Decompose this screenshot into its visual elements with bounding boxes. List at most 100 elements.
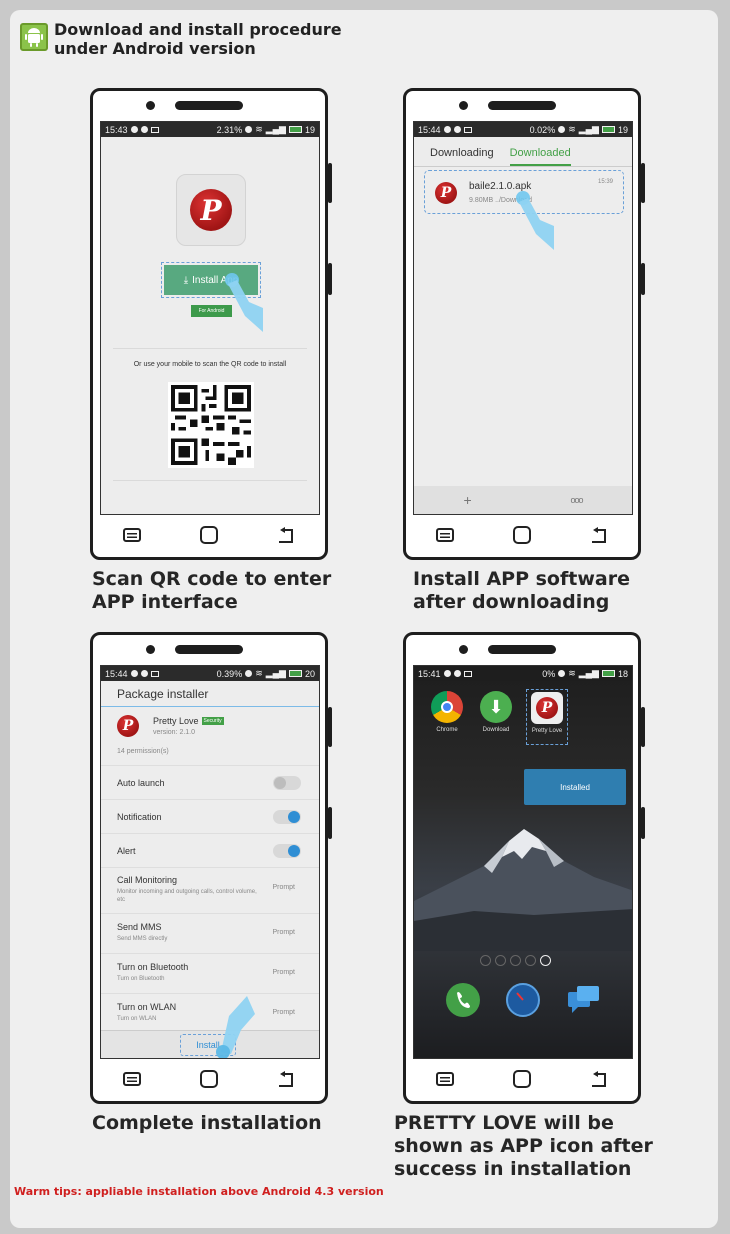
security-badge: Security: [201, 717, 224, 725]
phone-icon[interactable]: [446, 983, 480, 1017]
status-time: 15:41: [418, 668, 441, 679]
camera-dot: [146, 645, 155, 654]
check-icon: [130, 126, 138, 133]
status-bar: 15:41 0% ≋ ▂▄▆ 18: [414, 666, 632, 681]
perm-description: Turn on Bluetooth: [117, 976, 165, 982]
phone-step1: 15:43 2.31% ≋ ▂▄▆ 19 P ⤓ Install App For An…: [90, 88, 332, 560]
perm-row-auto-launch[interactable]: Auto launch: [101, 765, 319, 799]
page-title: Download and install procedure under And…: [54, 20, 342, 58]
notification-toggle[interactable]: [273, 809, 301, 824]
download-icon: [453, 670, 461, 677]
app-pretty-love[interactable]: P Pretty Love: [526, 689, 568, 745]
status-bar: 15:44 0.39% ≋ ▂▄▆ 20: [101, 666, 319, 681]
phone-step3: 15:44 0.39% ≋ ▂▄▆ 20 Package installer P Pr…: [90, 632, 332, 1104]
perm-row-alert[interactable]: Alert: [101, 833, 319, 867]
alert-toggle[interactable]: [273, 843, 301, 858]
status-bar: 15:43 2.31% ≋ ▂▄▆ 19: [101, 122, 319, 137]
home-icon[interactable]: [510, 1068, 534, 1090]
wifi-icon: ≋: [255, 124, 263, 134]
pretty-love-logo-icon: P: [435, 182, 457, 204]
perm-row-notification[interactable]: Notification: [101, 799, 319, 833]
screen-downloads: 15:44 0.02% ≋ ▂▄▆ 19 Downloading Downloaded…: [413, 121, 633, 515]
app-download[interactable]: ⬇ Download: [477, 691, 515, 733]
perm-row-wlan[interactable]: Turn on WLAN Turn on WLAN Prompt: [101, 993, 319, 1033]
home-icon[interactable]: [197, 1068, 221, 1090]
wifi-icon: ≋: [568, 668, 576, 678]
status-data-rate: 2.31%: [216, 124, 243, 135]
perm-row-call-monitoring[interactable]: Call Monitoring Monitor incoming and out…: [101, 867, 319, 913]
app-name: Pretty Love: [153, 716, 199, 726]
app-icon-frame: P: [531, 692, 563, 724]
pretty-love-logo-icon: P: [190, 189, 232, 231]
phone-step2: 15:44 0.02% ≋ ▂▄▆ 19 Downloading Downloaded…: [403, 88, 645, 560]
menu-icon[interactable]: [120, 524, 144, 546]
perm-label: Alert: [117, 845, 136, 856]
menu-icon[interactable]: [433, 1068, 457, 1090]
tab-downloaded[interactable]: Downloaded: [509, 147, 571, 166]
perm-label: Turn on Bluetooth: [117, 962, 189, 972]
back-icon[interactable]: [587, 524, 611, 546]
perm-description: Send MMS directly: [117, 936, 168, 942]
back-icon[interactable]: [274, 1068, 298, 1090]
back-icon[interactable]: [274, 524, 298, 546]
status-data-rate: 0.39%: [216, 668, 243, 679]
prompt-select[interactable]: Prompt: [272, 1009, 295, 1016]
home-icon[interactable]: [510, 524, 534, 546]
status-data-rate: 0%: [542, 668, 556, 679]
download-arrow-icon: ⤓: [183, 274, 189, 286]
permission-count: 14 permission(s): [117, 748, 169, 755]
check-icon: [443, 670, 451, 677]
qr-instruction-text: Or use your mobile to scan the QR code t…: [133, 361, 287, 368]
perm-label: Turn on WLAN: [117, 1002, 177, 1012]
camera-dot: [459, 101, 468, 110]
header: Download and install procedure under And…: [20, 20, 354, 58]
nav-bar: [93, 517, 325, 553]
download-icon: [140, 126, 148, 133]
menu-icon[interactable]: [120, 1068, 144, 1090]
alarm-icon: [558, 670, 566, 677]
app-chrome[interactable]: Chrome: [428, 691, 466, 733]
perm-row-bluetooth[interactable]: Turn on Bluetooth Turn on Bluetooth Prom…: [101, 953, 319, 993]
perm-row-send-mms[interactable]: Send MMS Send MMS directly Prompt: [101, 913, 319, 953]
app-label: Download: [482, 727, 510, 733]
home-icon[interactable]: [197, 524, 221, 546]
auto-launch-toggle[interactable]: [273, 775, 301, 790]
messages-icon[interactable]: [566, 983, 600, 1017]
download-icon: [453, 126, 461, 133]
file-time: 15:39: [597, 179, 613, 185]
qr-code: [168, 382, 254, 468]
mountain-wallpaper: [414, 829, 632, 951]
perm-label: Auto launch: [117, 777, 165, 788]
installer-title: Package installer: [101, 681, 319, 707]
battery-level: 20: [304, 668, 315, 679]
chrome-icon: [431, 691, 463, 723]
home-wallpaper: Chrome ⬇ Download P Pretty Love Installe…: [414, 681, 632, 1058]
perm-description: Monitor incoming and outgoing calls, con…: [117, 889, 257, 903]
perm-description: Turn on WLAN: [117, 1016, 157, 1022]
compass-icon[interactable]: [506, 983, 540, 1017]
screen-package-installer: 15:44 0.39% ≋ ▂▄▆ 20 Package installer P Pr…: [100, 665, 320, 1059]
check-icon: [443, 126, 451, 133]
battery-icon: [601, 670, 615, 677]
status-data-rate: 0.02%: [529, 124, 556, 135]
speaker-grille: [488, 645, 556, 654]
app-label: Chrome: [436, 727, 458, 733]
image-icon: [150, 670, 159, 677]
prompt-select[interactable]: Prompt: [272, 929, 295, 936]
prompt-select[interactable]: Prompt: [272, 884, 295, 891]
app-logo: P: [176, 174, 246, 246]
battery-icon: [601, 126, 615, 133]
status-bar: 15:44 0.02% ≋ ▂▄▆ 19: [414, 122, 632, 137]
back-icon[interactable]: [587, 1068, 611, 1090]
nav-bar: [406, 517, 638, 553]
speaker-grille: [488, 101, 556, 110]
installed-popup: Installed: [524, 769, 626, 805]
tab-downloading[interactable]: Downloading: [430, 147, 494, 166]
image-icon: [463, 126, 472, 133]
menu-icon[interactable]: [433, 524, 457, 546]
add-icon[interactable]: +: [463, 492, 471, 508]
prompt-select[interactable]: Prompt: [272, 969, 295, 976]
image-icon: [150, 126, 159, 133]
more-icon[interactable]: ooo: [571, 495, 584, 505]
image-icon: [463, 670, 472, 677]
